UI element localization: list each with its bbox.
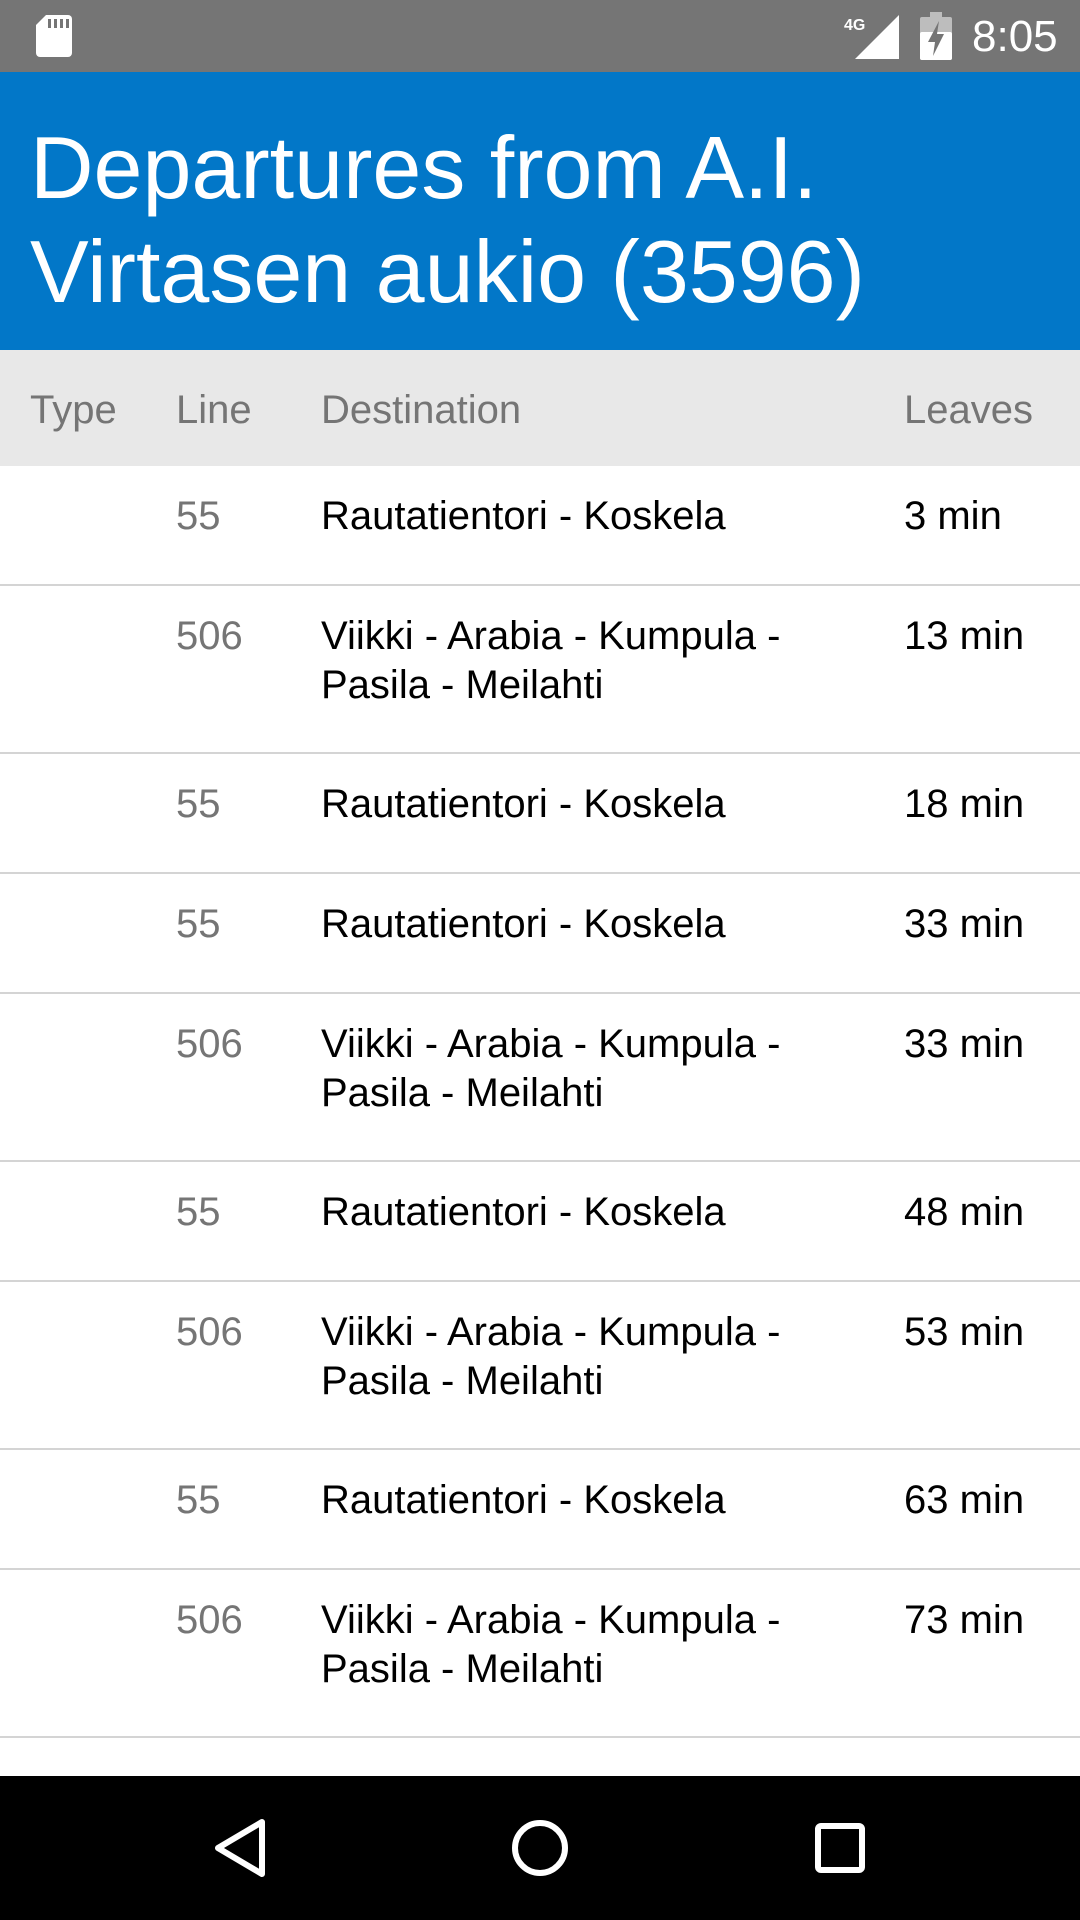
row-line: 506: [176, 1022, 243, 1066]
row-destination: Viikki - Arabia - Kumpula - Pasila - Mei…: [321, 1598, 781, 1691]
row-line: 506: [176, 1310, 243, 1354]
page-title: Departures from A.I. Virtasen aukio (359…: [30, 118, 865, 321]
svg-text:4G: 4G: [844, 17, 865, 34]
row-destination: Viikki - Arabia - Kumpula - Pasila - Mei…: [321, 614, 781, 707]
departure-row[interactable]: 55 Rautatientori - Koskela 48 min: [0, 1162, 1080, 1282]
recent-apps-icon[interactable]: [804, 1812, 876, 1884]
row-leaves: 48 min: [904, 1190, 1025, 1234]
departure-row[interactable]: 55 Rautatientori - Koskela 63 min: [0, 1450, 1080, 1570]
row-destination: Rautatientori - Koskela: [321, 1478, 726, 1522]
battery-charging-icon: [920, 12, 952, 60]
row-leaves: 33 min: [904, 1022, 1025, 1066]
screen: 4G 8:05 Departures from A.I. Virtasen au…: [0, 0, 1080, 1920]
row-leaves: 73 min: [904, 1598, 1025, 1642]
row-leaves: 18 min: [904, 782, 1025, 826]
departure-row[interactable]: 55 Rautatientori - Koskela 18 min: [0, 754, 1080, 874]
row-destination: Rautatientori - Koskela: [321, 782, 726, 826]
header-line: Line: [176, 388, 252, 432]
status-bar: 4G 8:05: [0, 0, 1080, 72]
row-line: 55: [176, 902, 221, 946]
row-destination: Viikki - Arabia - Kumpula - Pasila - Mei…: [321, 1022, 781, 1115]
row-destination: Rautatientori - Koskela: [321, 902, 726, 946]
row-leaves: 53 min: [904, 1310, 1025, 1354]
departure-row[interactable]: 55 Rautatientori - Koskela 3 min: [0, 466, 1080, 586]
departures-list: 55 Rautatientori - Koskela 3 min 506 Vii…: [0, 466, 1080, 1738]
header-type: Type: [30, 388, 117, 432]
departure-row[interactable]: 506 Viikki - Arabia - Kumpula - Pasila -…: [0, 586, 1080, 754]
header-leaves: Leaves: [904, 388, 1033, 432]
row-line: 506: [176, 1598, 243, 1642]
header-destination: Destination: [321, 388, 522, 432]
row-leaves: 63 min: [904, 1478, 1025, 1522]
signal-icon: 4G: [844, 15, 899, 59]
departure-row[interactable]: 506 Viikki - Arabia - Kumpula - Pasila -…: [0, 1570, 1080, 1738]
row-line: 506: [176, 614, 243, 658]
home-icon[interactable]: [504, 1812, 576, 1884]
back-icon[interactable]: [204, 1812, 276, 1884]
row-leaves: 33 min: [904, 902, 1025, 946]
sd-card-icon: [36, 15, 72, 57]
status-time: 8:05: [972, 12, 1058, 61]
row-line: 55: [176, 782, 221, 826]
navigation-bar: [0, 1776, 1080, 1920]
row-destination: Viikki - Arabia - Kumpula - Pasila - Mei…: [321, 1310, 781, 1403]
table-header: Type Line Destination Leaves: [0, 350, 1080, 466]
row-leaves: 13 min: [904, 614, 1025, 658]
row-line: 55: [176, 494, 221, 538]
row-line: 55: [176, 1190, 221, 1234]
departure-row[interactable]: 506 Viikki - Arabia - Kumpula - Pasila -…: [0, 994, 1080, 1162]
row-destination: Rautatientori - Koskela: [321, 1190, 726, 1234]
row-line: 55: [176, 1478, 221, 1522]
departure-row[interactable]: 506 Viikki - Arabia - Kumpula - Pasila -…: [0, 1282, 1080, 1450]
app-bar: Departures from A.I. Virtasen aukio (359…: [0, 72, 1080, 350]
row-destination: Rautatientori - Koskela: [321, 494, 726, 538]
row-leaves: 3 min: [904, 494, 1002, 538]
departure-row[interactable]: 55 Rautatientori - Koskela 33 min: [0, 874, 1080, 994]
